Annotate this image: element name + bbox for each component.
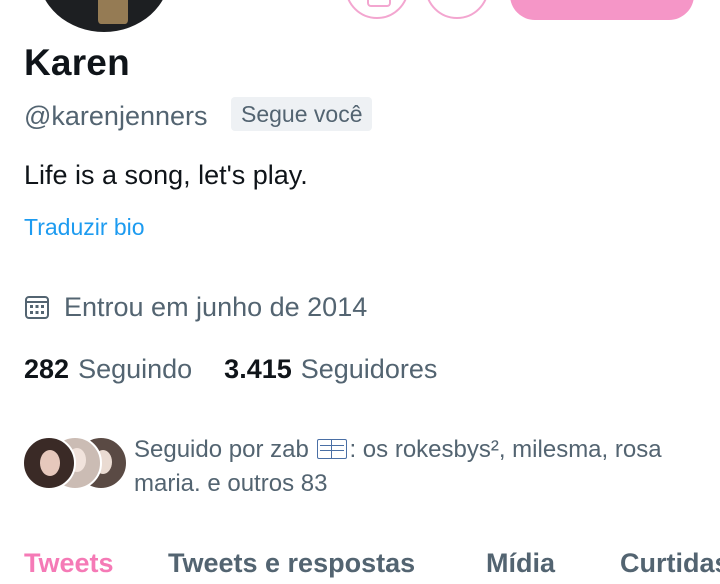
followers-count: 3.415	[224, 354, 292, 384]
joined-date-text: Entrou em junho de 2014	[64, 291, 368, 322]
tab-likes[interactable]: Curtidas	[620, 548, 720, 579]
joined-date-row: Entrou em junho de 2014	[24, 291, 367, 323]
following-stat[interactable]: 282 Seguindo	[24, 354, 192, 385]
translate-bio-link[interactable]: Traduzir bio	[24, 214, 145, 241]
tab-media[interactable]: Mídia	[486, 548, 555, 579]
followers-label: Seguidores	[300, 354, 438, 384]
followed-by-prefix: Seguido por zab	[134, 436, 316, 463]
profile-avatar[interactable]	[34, 0, 174, 36]
avatar	[22, 436, 76, 490]
calendar-icon	[25, 296, 49, 319]
profile-bio: Life is a song, let's play.	[24, 160, 308, 190]
followers-stat[interactable]: 3.415 Seguidores	[224, 354, 437, 385]
followed-by-text[interactable]: Seguido por zab : os rokesbys², milesma,…	[134, 433, 704, 501]
follow-stats: 282 Seguindo 3.415 Seguidores	[24, 354, 437, 385]
profile-name: Karen	[24, 42, 130, 83]
profile-handle: @karenjenners	[24, 101, 208, 131]
tab-tweets-and-replies[interactable]: Tweets e respostas	[168, 548, 415, 579]
follows-you-badge: Segue você	[231, 97, 373, 131]
book-icon	[317, 439, 348, 459]
mutual-followers-avatars[interactable]	[22, 436, 128, 492]
following-label: Seguindo	[78, 354, 193, 384]
message-button[interactable]	[345, 0, 409, 19]
tab-tweets[interactable]: Tweets	[24, 548, 114, 579]
profile-tabs: Tweets Tweets e respostas Mídia Curtidas	[0, 544, 720, 584]
notifications-button[interactable]	[425, 0, 489, 19]
following-count: 282	[24, 354, 70, 384]
follow-button[interactable]	[510, 0, 694, 20]
